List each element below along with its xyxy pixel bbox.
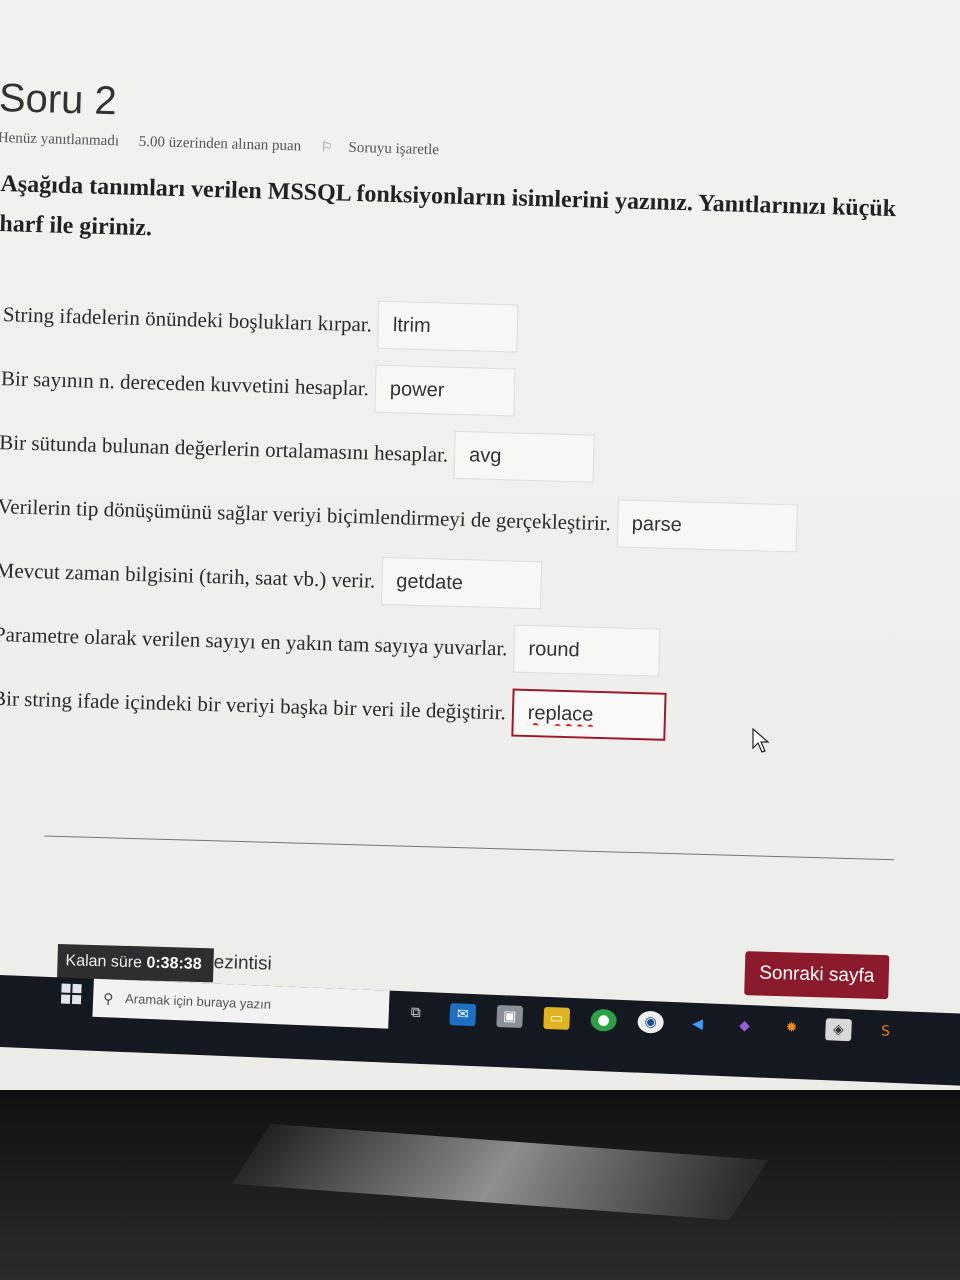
answer-input-getdate[interactable] [380, 556, 542, 610]
answer-label: Bir sütunda bulunan değerlerin ortalamas… [0, 429, 449, 467]
timer-block: Kalan süre 0:38:38 [57, 944, 214, 983]
flag-icon: ⚐ [320, 138, 333, 155]
settings-app-icon[interactable]: ✹ [778, 1016, 805, 1039]
question-info: Henüz yanıtlanmadı 5.00 üzerinden alınan… [0, 130, 471, 160]
store-icon[interactable]: ▣ [496, 1004, 524, 1029]
answer-row: Bir sütunda bulunan değerlerin ortalamas… [0, 416, 799, 490]
answer-input-replace[interactable] [511, 688, 667, 741]
answer-label: Parametre olarak verilen sayıyı en yakın… [0, 621, 508, 660]
answer-input-avg[interactable] [453, 430, 595, 483]
answer-row: Mevcut zaman bilgisini (tarih, saat vb.)… [0, 544, 796, 618]
answer-input-round[interactable] [512, 624, 661, 677]
mouse-cursor-icon [752, 728, 770, 753]
vscode-icon[interactable]: ◀ [684, 1013, 711, 1036]
app-icon[interactable]: ◈ [825, 1018, 852, 1042]
timer-partial-text: ezintisi [213, 952, 273, 975]
flag-question-label: Soruyu işaretle [348, 139, 440, 159]
answer-row: Bir sayının n. dereceden kuvvetini hesap… [0, 352, 801, 426]
answer-row: Verilerin tip dönüşümünü sağlar veriyi b… [0, 480, 798, 554]
task-view-icon[interactable]: ⧉ [402, 1001, 429, 1024]
section-divider [44, 835, 895, 861]
timer-value: 0:38:38 [146, 954, 202, 974]
answer-input-parse[interactable] [616, 499, 798, 553]
question-instructions: Aşağıda tanımları verilen MSSQL fonksiyo… [0, 171, 897, 242]
screen: Soru 2 Henüz yanıtlanmadı 5.00 üzerinden… [0, 0, 960, 1090]
answer-row: String ifadelerin önündeki boşlukları kı… [2, 288, 803, 362]
answer-row: Bir string ifade içindeki bir veriyi baş… [0, 672, 792, 746]
answer-label: Bir sayının n. dereceden kuvvetini hesap… [0, 365, 370, 400]
visual-studio-icon[interactable]: ◆ [731, 1014, 758, 1037]
sublime-icon[interactable]: S [872, 1020, 899, 1043]
answer-label: Verilerin tip dönüşümünü sağlar veriyi b… [0, 493, 612, 535]
answer-label: String ifadelerin önündeki boşlukları kı… [2, 301, 373, 336]
answer-row: Parametre olarak verilen sayıyı en yakın… [0, 608, 794, 682]
question-status: Henüz yanıtlanmadı [0, 129, 120, 150]
browser-icon[interactable]: ◉ [637, 1010, 665, 1034]
windows-start-icon[interactable] [60, 983, 84, 1006]
file-explorer-icon[interactable]: ▭ [543, 1006, 571, 1030]
answer-input-power[interactable] [374, 364, 516, 417]
next-page-button[interactable]: Sonraki sayfa [744, 951, 890, 1000]
quiz-page: Soru 2 Henüz yanıtlanmadı 5.00 üzerinden… [0, 60, 960, 1026]
taskbar-search-placeholder: Aramak için buraya yazın [124, 991, 272, 1012]
search-icon: ⚲ [102, 990, 114, 1007]
question-points: 5.00 üzerinden alınan puan [138, 133, 302, 155]
answer-list: String ifadelerin önündeki boşlukları kı… [0, 288, 803, 758]
mail-icon[interactable]: ✉ [449, 1003, 477, 1027]
flag-question-link[interactable]: ⚐ Soruyu işaretle [321, 139, 455, 159]
answer-label: Mevcut zaman bilgisini (tarih, saat vb.)… [0, 557, 376, 593]
timer-label: Kalan süre [65, 952, 143, 972]
answer-input-ltrim[interactable] [377, 300, 519, 353]
question-title: Soru 2 [0, 75, 118, 124]
chrome-icon[interactable]: ● [590, 1008, 618, 1032]
answer-label: Bir string ifade içindeki bir veriyi baş… [0, 685, 507, 724]
